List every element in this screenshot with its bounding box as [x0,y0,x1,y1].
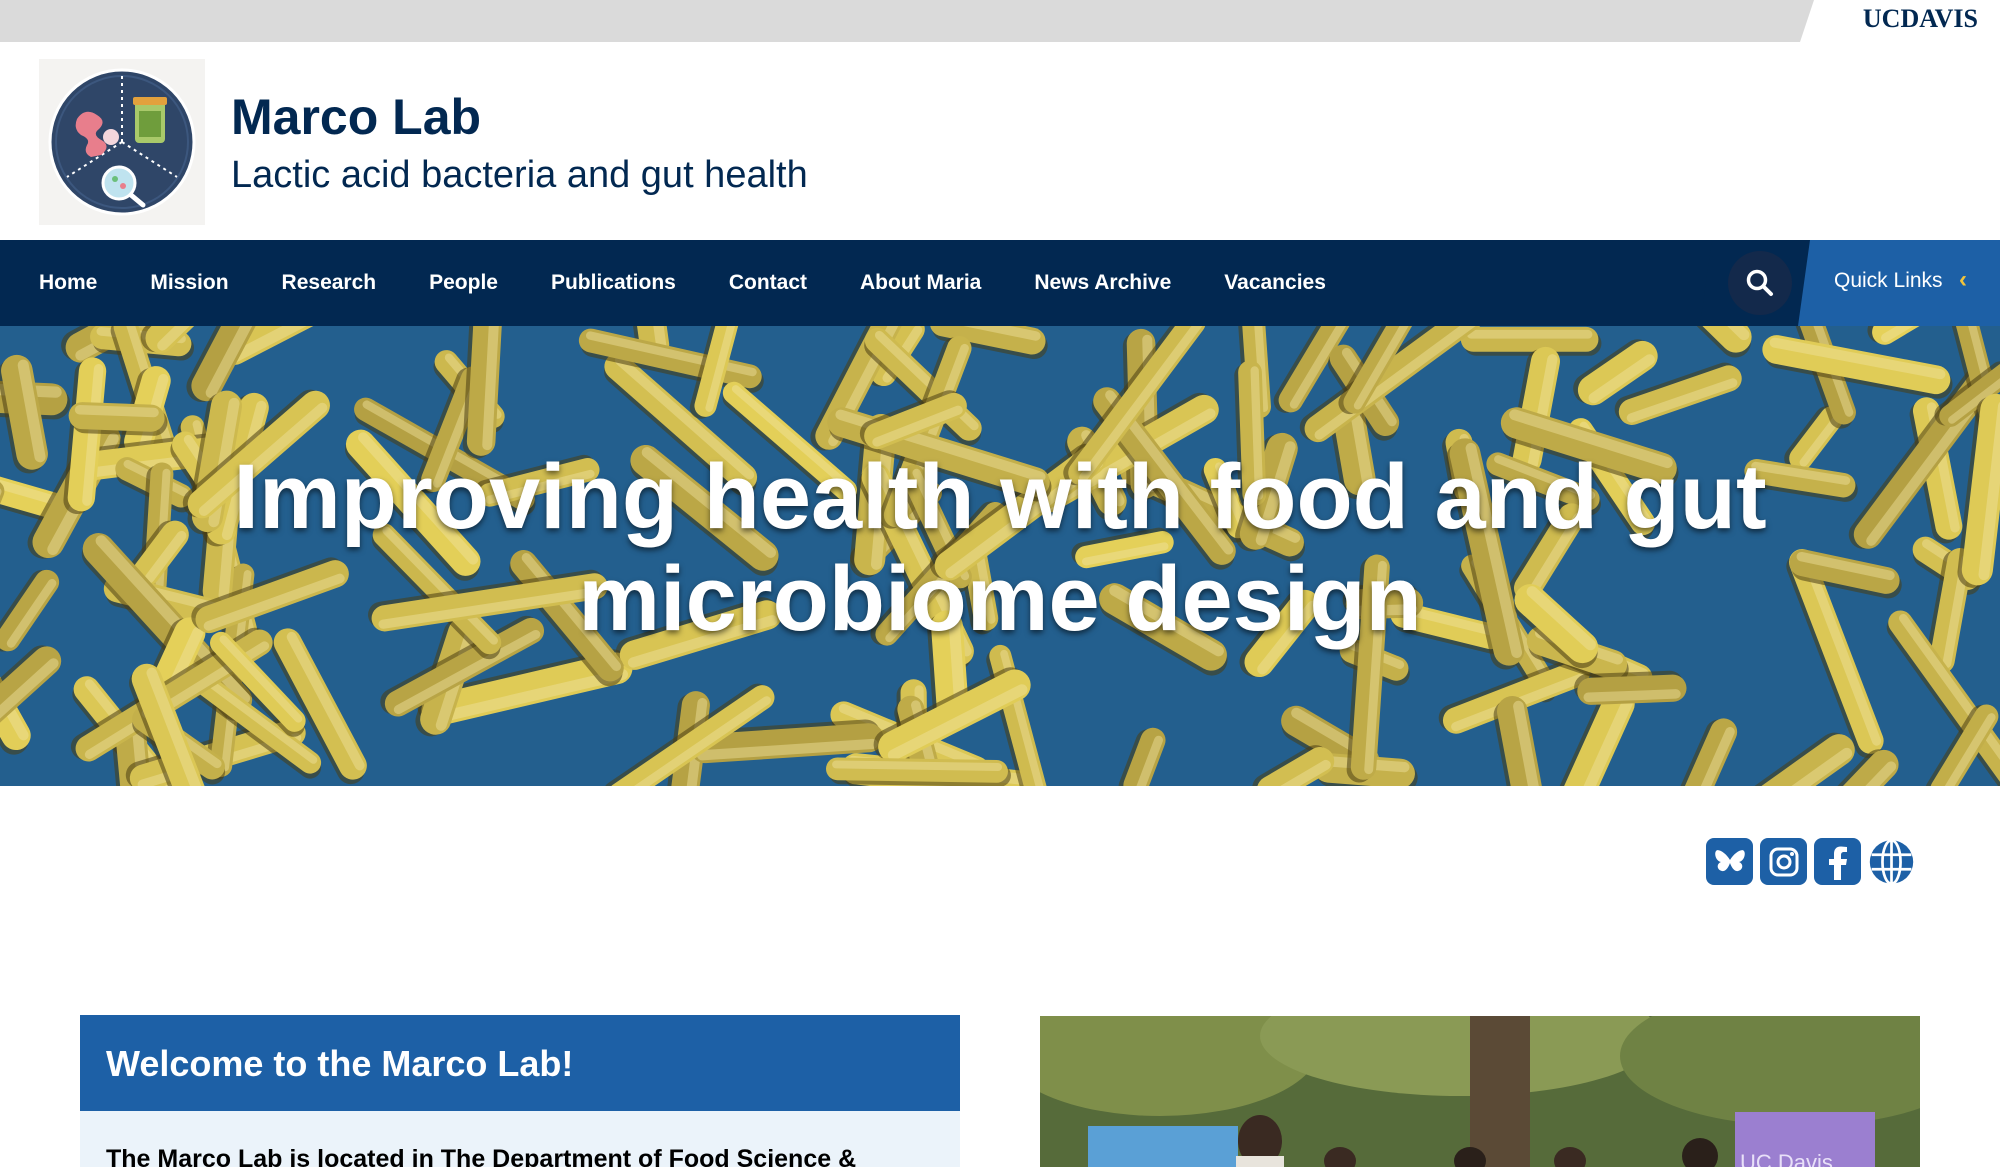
ucdavis-brand-tab[interactable]: UCDAVIS [1800,0,2000,42]
site-title[interactable]: Marco Lab [231,88,481,146]
globe-icon[interactable] [1868,838,1915,885]
ucdavis-wordmark[interactable]: UCDAVIS [1863,4,1978,34]
instagram-icon[interactable] [1760,838,1807,885]
main-navigation: Home Mission Research People Publication… [0,240,2000,326]
top-utility-bar: UCDAVIS [0,0,2000,42]
nav-item-news-archive[interactable]: News Archive [1034,271,1171,295]
globe-glyph [1869,838,1914,885]
nav-menu: Home Mission Research People Publication… [39,240,1326,326]
social-links [1706,838,1915,885]
photo-sign-text: UC Davis [1740,1150,1833,1167]
facebook-icon[interactable] [1814,838,1861,885]
bacterium-rod [1574,670,1687,705]
welcome-panel-header: Welcome to the Marco Lab! [80,1015,960,1111]
nav-item-publications[interactable]: Publications [551,271,676,295]
lab-group-photo: UC Davis [1040,1016,1920,1167]
facebook-glyph [1828,846,1847,880]
nav-item-people[interactable]: People [429,271,498,295]
nav-item-contact[interactable]: Contact [729,271,807,295]
site-slogan: Lactic acid bacteria and gut health [231,154,808,196]
search-button[interactable] [1728,251,1792,315]
site-header: Marco Lab Lactic acid bacteria and gut h… [0,42,2000,240]
nav-item-research[interactable]: Research [282,271,377,295]
lab-logo[interactable] [39,59,205,225]
bacterium-rod [826,757,1011,786]
quick-links-label[interactable]: Quick Links [1834,269,1943,293]
instagram-glyph [1769,847,1798,876]
hero-title: Improving health with food and gut micro… [233,446,1767,650]
search-icon [1746,269,1773,296]
nav-item-about-maria[interactable]: About Maria [860,271,981,295]
nav-item-vacancies[interactable]: Vacancies [1224,271,1326,295]
bacterium-rod [68,402,168,436]
bluesky-icon[interactable] [1706,838,1753,885]
nav-item-mission[interactable]: Mission [150,271,228,295]
welcome-panel-body: The Marco Lab is located in The Departme… [80,1111,960,1167]
nav-item-home[interactable]: Home [39,271,97,295]
butterfly-glyph [1714,849,1745,871]
bacterium-rod [1460,326,1602,356]
welcome-title: Welcome to the Marco Lab! [106,1043,574,1084]
welcome-text: The Marco Lab is located in The Departme… [106,1145,857,1167]
hero-banner: Improving health with food and gut micro… [0,326,2000,786]
lab-logo-icon [48,68,196,216]
chevron-left-icon: ‹ [1959,266,1967,293]
